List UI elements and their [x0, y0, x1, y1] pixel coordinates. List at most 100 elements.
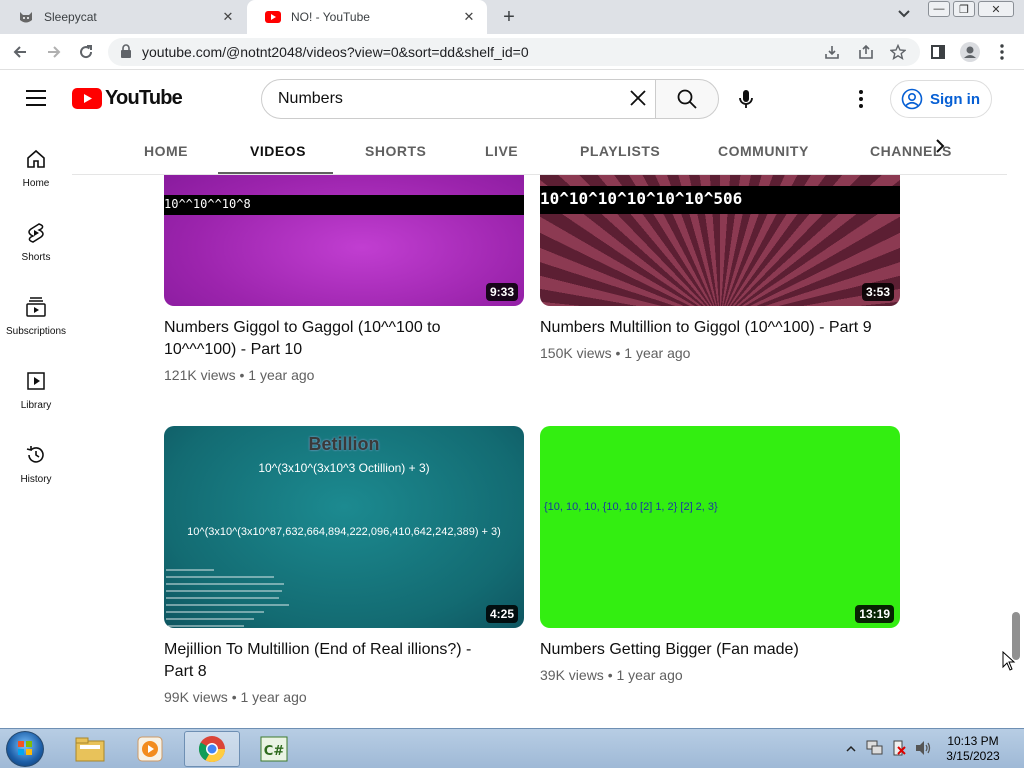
chrome-icon[interactable]	[184, 731, 240, 767]
tab-live[interactable]: LIVE	[485, 143, 518, 159]
search-input[interactable]: Numbers	[261, 79, 656, 119]
video-title[interactable]: Mejillion To Multillion (End of Real ill…	[164, 639, 494, 683]
action-center-icon[interactable]	[891, 740, 907, 761]
forward-arrow-icon[interactable]	[44, 42, 64, 62]
chevron-down-icon[interactable]	[897, 6, 911, 23]
mouse-cursor-icon	[1002, 650, 1016, 676]
tab-home[interactable]: HOME	[144, 143, 188, 159]
nav-library[interactable]: Library	[0, 370, 72, 411]
duration-badge: 3:53	[861, 283, 894, 301]
history-icon	[26, 446, 44, 463]
duration-badge: 13:19	[855, 605, 894, 623]
profile-avatar-icon[interactable]	[960, 42, 980, 62]
subscriptions-icon	[26, 297, 46, 317]
youtube-play-icon	[72, 88, 102, 109]
duration-badge: 4:25	[485, 605, 518, 623]
new-tab-button[interactable]: +	[498, 6, 520, 29]
nav-shorts[interactable]: Shorts	[0, 222, 72, 263]
video-meta: 150K views • 1 year ago	[540, 345, 691, 361]
video-title[interactable]: Numbers Getting Bigger (Fan made)	[540, 639, 890, 661]
tab-community[interactable]: COMMUNITY	[718, 143, 809, 159]
install-icon[interactable]	[822, 42, 842, 62]
chevron-right-icon[interactable]	[930, 138, 950, 159]
clear-search-icon[interactable]	[628, 88, 648, 114]
tab-youtube[interactable]: NO! - YouTube ✕	[247, 0, 487, 34]
tab-playlists[interactable]: PLAYLISTS	[580, 143, 660, 159]
show-hidden-icons-icon[interactable]	[846, 741, 856, 759]
browser-tab-strip: Sleepycat ✕ NO! - YouTube ✕ + — ❐ ✕	[0, 0, 1024, 34]
settings-more-icon[interactable]	[852, 87, 870, 111]
youtube-favicon-icon	[265, 9, 281, 25]
close-window-icon[interactable]: ✕	[978, 1, 1014, 17]
video-thumbnail[interactable]: 10^^10^^10^8 9:33	[164, 160, 524, 306]
browser-menu-icon[interactable]	[992, 42, 1012, 62]
close-tab-icon[interactable]: ✕	[461, 9, 477, 25]
youtube-logo[interactable]: YouTube	[72, 87, 183, 110]
thumbnail-text: {10, 10, 10, {10, 10 [2] 1, 2} [2] 2, 3}	[544, 501, 718, 513]
video-thumbnail[interactable]: 10^10^10^10^10^10^506 3:53	[540, 160, 900, 306]
bookmark-star-icon[interactable]	[888, 42, 908, 62]
sign-in-button[interactable]: Sign in	[890, 80, 992, 118]
tab-sleepycat[interactable]: Sleepycat ✕	[0, 0, 246, 34]
thumbnail-info-block	[166, 569, 289, 627]
back-arrow-icon[interactable]	[10, 42, 30, 62]
thumbnail-text: 10^(3x10^(3x10^87,632,664,894,222,096,41…	[187, 526, 501, 538]
library-icon	[27, 372, 45, 390]
nav-home[interactable]: Home	[0, 148, 72, 189]
thumbnail-heading: Betillion	[308, 434, 380, 454]
sign-in-label: Sign in	[930, 90, 980, 108]
nav-label: History	[20, 474, 52, 485]
network-icon[interactable]	[866, 740, 884, 761]
clock-date: 3/15/2023	[946, 749, 1000, 763]
hamburger-menu-icon[interactable]	[26, 90, 46, 106]
tab-videos[interactable]: VIDEOS	[250, 143, 306, 159]
search-button[interactable]	[655, 79, 719, 119]
channel-tabs: HOME VIDEOS SHORTS LIVE PLAYLISTS COMMUN…	[72, 128, 1007, 175]
search-query[interactable]: Numbers	[278, 90, 343, 108]
csharp-icon[interactable]: C#	[246, 731, 302, 767]
reload-icon[interactable]	[76, 42, 96, 62]
home-icon	[27, 149, 45, 168]
minimize-icon[interactable]: —	[928, 1, 950, 17]
microphone-icon[interactable]	[734, 87, 758, 111]
media-player-icon[interactable]	[122, 731, 178, 767]
svg-text:C#: C#	[264, 744, 285, 759]
video-thumbnail[interactable]: Betillion 10^(3x10^(3x10^3 Octillion) + …	[164, 426, 524, 628]
nav-label: Subscriptions	[5, 326, 67, 337]
logo-text: YouTube	[105, 87, 183, 109]
thumbnail-text: 10^10^10^10^10^10^506	[540, 189, 743, 208]
tab-title: Sleepycat	[44, 10, 97, 24]
duration-badge: 9:33	[485, 283, 518, 301]
clock-time: 10:13 PM	[947, 734, 999, 748]
youtube-header: YouTube Numbers Sign in	[0, 70, 1024, 128]
restore-icon[interactable]: ❐	[953, 1, 975, 17]
thumbnail-text: 10^(3x10^(3x10^3 Octillion) + 3)	[258, 461, 430, 475]
video-title[interactable]: Numbers Giggol to Gaggol (10^^100 to 10^…	[164, 317, 514, 361]
video-title[interactable]: Numbers Multillion to Giggol (10^^100) -…	[540, 317, 890, 339]
cat-favicon-icon	[18, 9, 34, 25]
nav-subscriptions[interactable]: Subscriptions	[0, 296, 72, 337]
account-circle-icon	[901, 88, 923, 110]
video-meta: 99K views • 1 year ago	[164, 689, 307, 705]
file-explorer-icon[interactable]	[62, 731, 118, 767]
system-clock[interactable]: 10:13 PM 3/15/2023	[938, 734, 1008, 764]
close-tab-icon[interactable]: ✕	[220, 9, 236, 25]
address-bar[interactable]: youtube.com/@notnt2048/videos?view=0&sor…	[108, 38, 920, 66]
tab-shorts[interactable]: SHORTS	[365, 143, 426, 159]
browser-toolbar: youtube.com/@notnt2048/videos?view=0&sor…	[0, 34, 1024, 70]
url-text[interactable]: youtube.com/@notnt2048/videos?view=0&sor…	[142, 44, 529, 60]
video-meta: 39K views • 1 year ago	[540, 667, 683, 683]
nav-label: Library	[20, 400, 52, 411]
nav-label: Shorts	[21, 252, 51, 263]
lock-icon[interactable]	[120, 44, 132, 58]
nav-history[interactable]: History	[0, 444, 72, 485]
sidepanel-icon[interactable]	[928, 42, 948, 62]
windows-start-icon[interactable]	[6, 731, 44, 767]
video-thumbnail[interactable]: {10, 10, 10, {10, 10 [2] 1, 2} [2] 2, 3}…	[540, 426, 900, 628]
volume-icon[interactable]	[914, 740, 932, 761]
active-tab-indicator	[218, 172, 333, 174]
share-icon[interactable]	[856, 42, 876, 62]
video-meta: 121K views • 1 year ago	[164, 367, 315, 383]
nav-label: Home	[22, 178, 50, 189]
tab-title: NO! - YouTube	[291, 10, 370, 24]
